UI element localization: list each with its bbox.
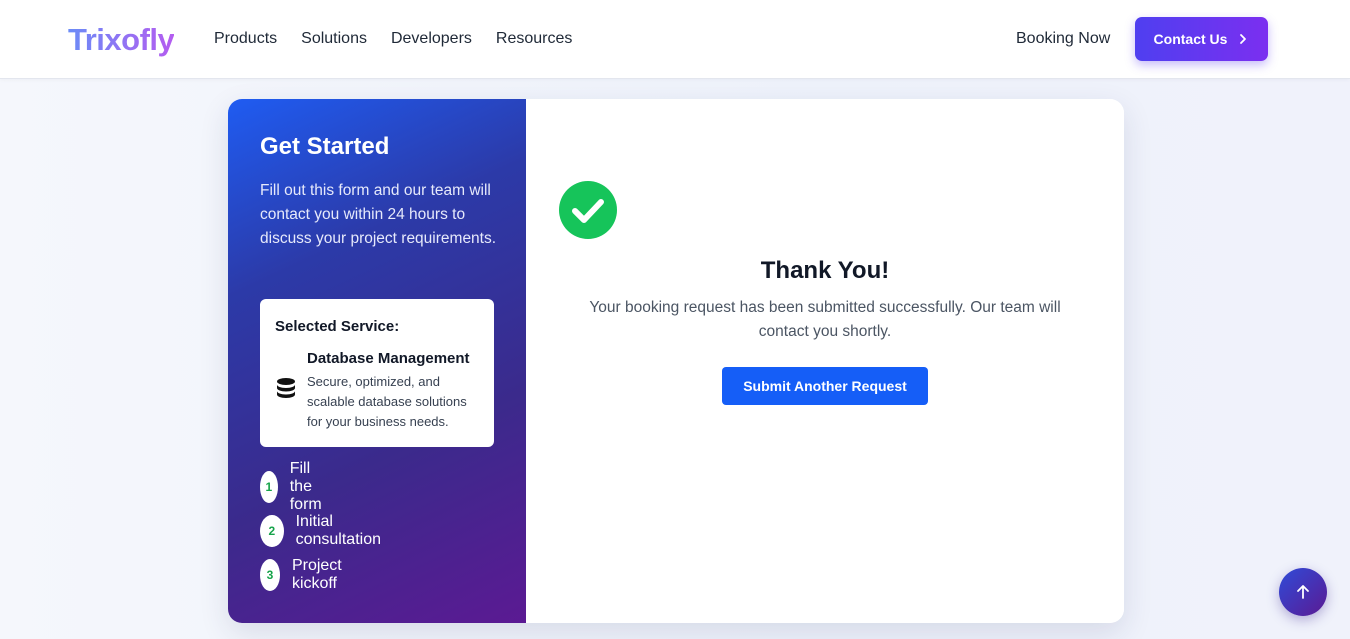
selected-service-card: Selected Service: Database Management Se… [260,299,494,447]
nav-item-resources[interactable]: Resources [496,30,572,48]
step-number: 1 [260,471,278,503]
step-number: 3 [260,559,280,591]
service-name: Database Management [307,350,470,367]
main-nav: Products Solutions Developers Resources [214,30,596,48]
step-label: Project kickoff [291,557,342,592]
step-label: Fill the form [289,460,322,513]
nav-item-solutions[interactable]: Solutions [301,30,367,48]
panel-description: Fill out this form and our team will con… [260,182,497,247]
service-description: Secure, optimized, and scalable database… [307,374,467,429]
selected-service-label: Selected Service: [275,318,400,335]
contact-us-button[interactable]: Contact Us [1135,17,1268,61]
chevron-right-icon [1240,34,1247,44]
thank-you-title: Thank You! [760,257,890,284]
check-circle-icon [559,181,617,239]
logo[interactable]: Trixofly [68,22,175,58]
nav-item-developers[interactable]: Developers [391,30,472,48]
step-number: 2 [260,515,284,547]
database-icon [277,378,295,398]
booking-card: Get Started Fill out this form and our t… [228,99,1124,623]
submit-another-request-button[interactable]: Submit Another Request [722,367,928,405]
site-header: Trixofly Products Solutions Developers R… [0,0,1350,79]
nav-item-products[interactable]: Products [214,30,277,48]
confirmation-panel: Thank You! Your booking request has been… [526,99,1124,623]
panel-title: Get Started [260,133,390,160]
booking-now-link[interactable]: Booking Now [1016,30,1110,48]
step-item: 2 Initial consultation [260,513,389,548]
scroll-to-top-button[interactable] [1279,568,1327,616]
confirmation-message: Your booking request has been submitted … [589,299,1061,340]
step-label: Initial consultation [295,513,381,548]
arrow-up-icon [1297,585,1309,599]
get-started-panel: Get Started Fill out this form and our t… [228,99,526,623]
contact-us-label: Contact Us [1153,31,1228,47]
step-item: 3 Project kickoff [260,557,354,592]
step-item: 1 Fill the form [260,460,336,513]
